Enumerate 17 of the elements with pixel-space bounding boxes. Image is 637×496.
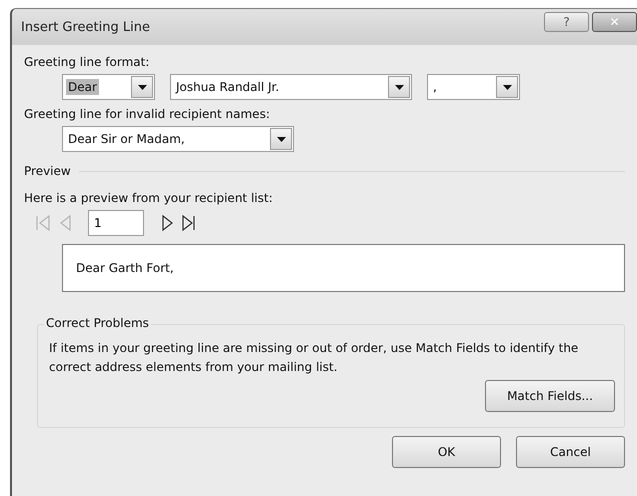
section-heading: Preview	[24, 164, 71, 178]
match-fields-button[interactable]: Match Fields...	[485, 380, 615, 412]
preview-intro: Here is a preview from your recipient list:	[24, 190, 274, 206]
dropdown[interactable]: Dear Sir or Madam,	[62, 126, 294, 152]
field-label: Greeting line format:	[24, 54, 150, 70]
ok-button[interactable]: OK	[392, 436, 501, 468]
record-field[interactable]: 1	[88, 210, 144, 236]
help-text: If items in your greeting line are missing or out of order, use Match Fields to identify the correct address elements from your mailing list.	[49, 340, 580, 376]
window-title: Insert Greeting Line	[20, 20, 150, 34]
preview-text: Dear Garth Fort,	[76, 261, 174, 275]
dropdown[interactable]: Joshua Randall Jr.	[170, 74, 412, 100]
help-button[interactable]: ?	[544, 12, 589, 32]
cancel-button[interactable]: Cancel	[516, 436, 625, 468]
group-heading: Correct Problems	[44, 316, 151, 330]
dropdown[interactable]: ,	[427, 74, 520, 100]
dropdown[interactable]: Dear	[62, 74, 155, 100]
field-label: Greeting line for invalid recipient names:	[24, 106, 271, 122]
